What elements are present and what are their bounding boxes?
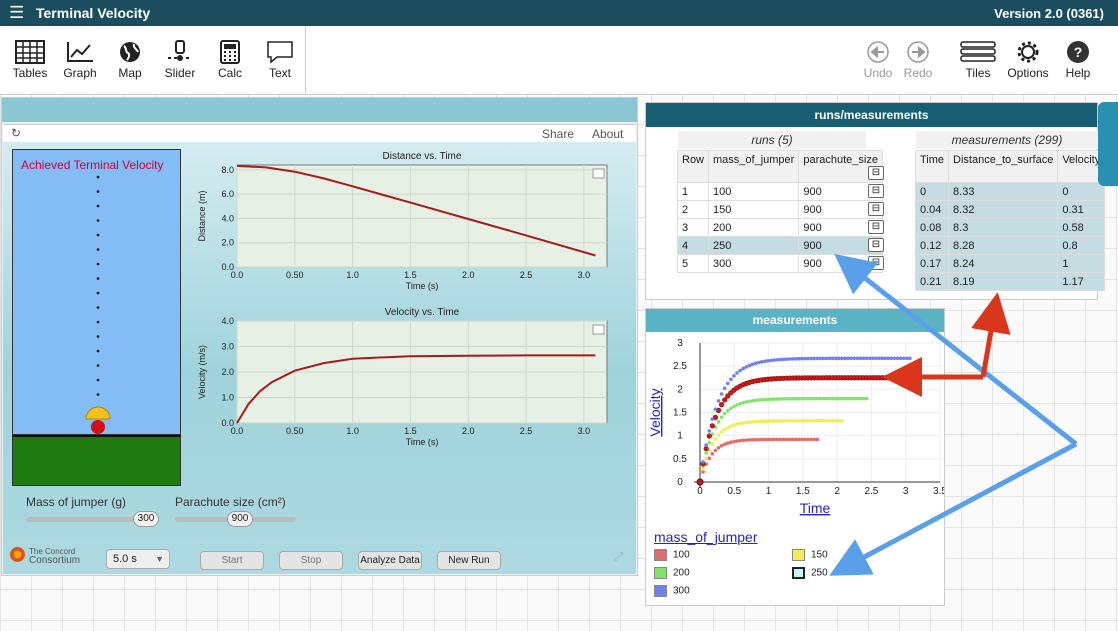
red-arrow-to-table: [971, 292, 1011, 378]
blue-arrow-to-legend: [829, 441, 1078, 576]
annotation-arrows: [829, 253, 1078, 576]
blue-arrow-to-row: [834, 253, 1078, 446]
